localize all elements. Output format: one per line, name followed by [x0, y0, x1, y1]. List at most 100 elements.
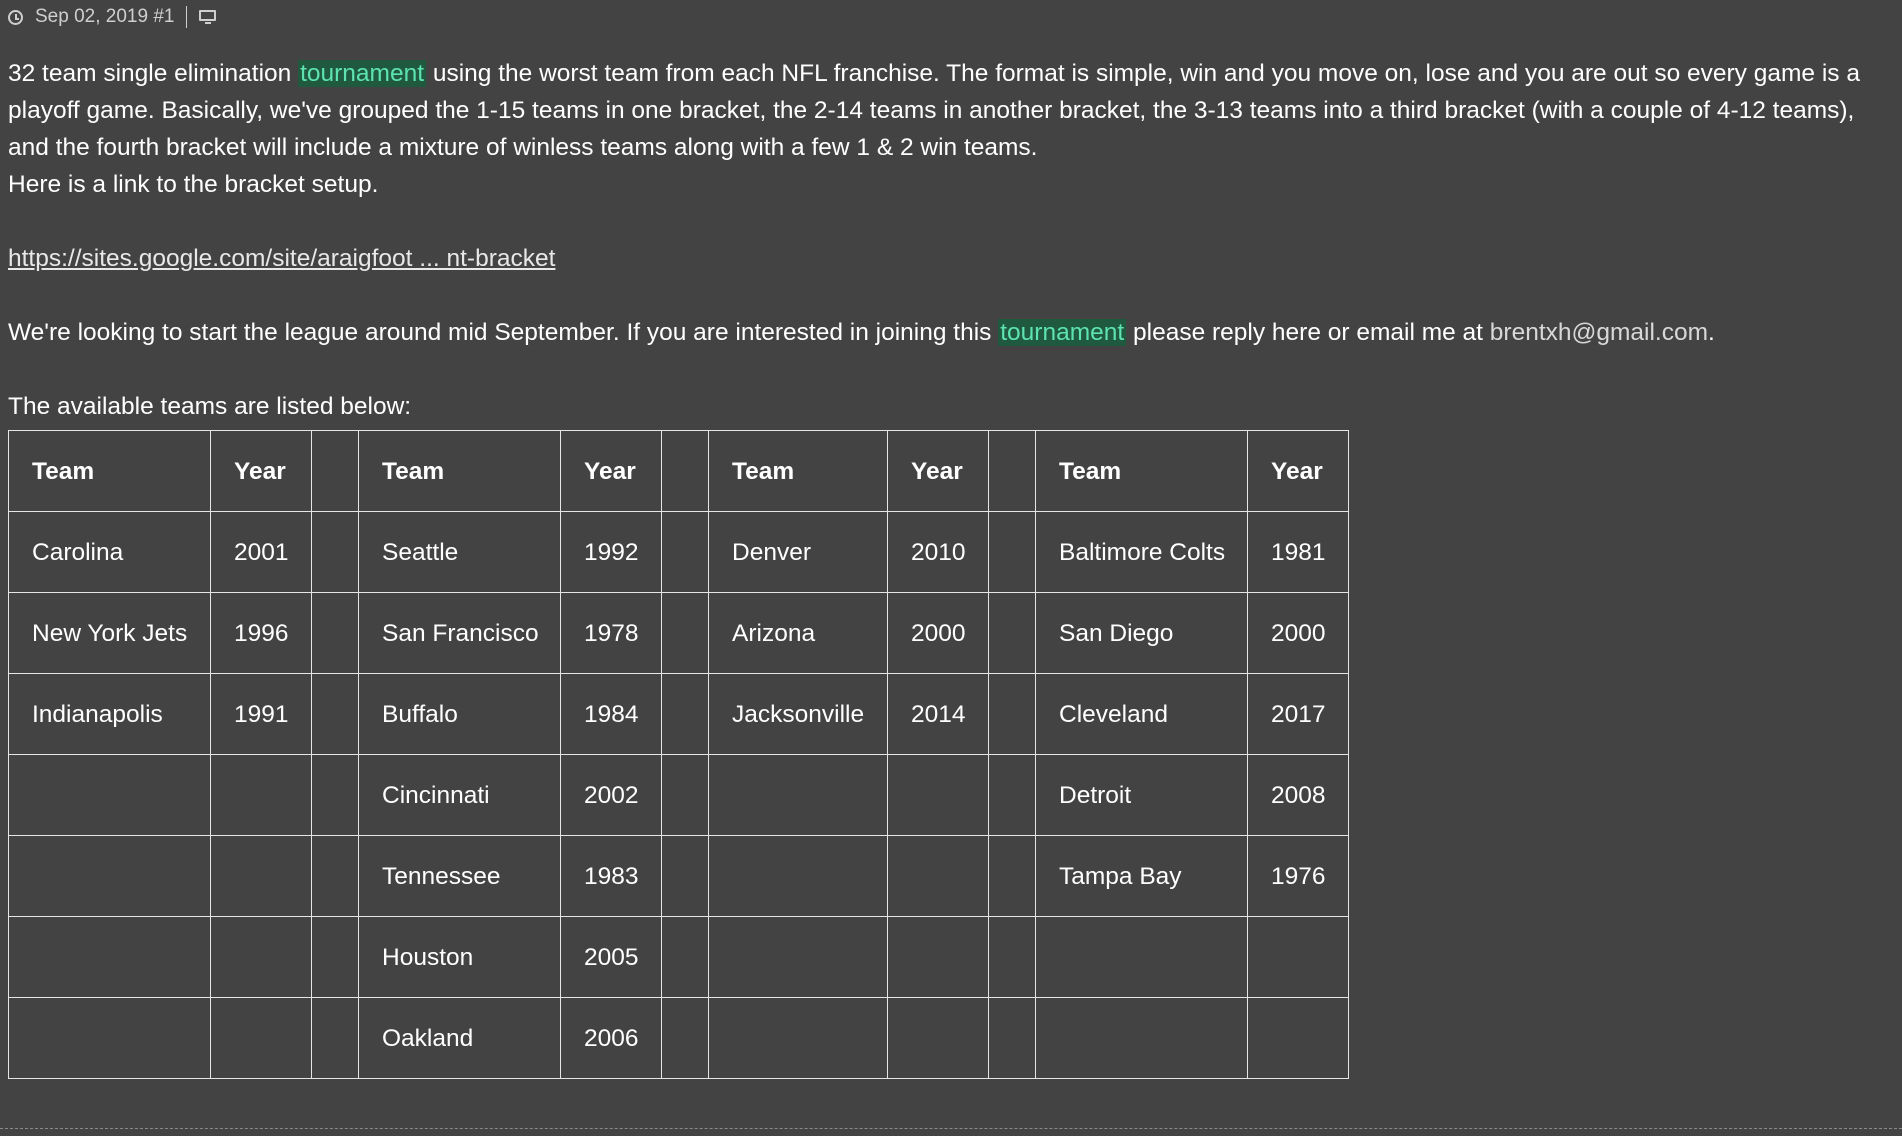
spacer-cell [661, 511, 709, 593]
team-cell: San Diego [1035, 592, 1248, 674]
join-text-end: . [1708, 319, 1715, 346]
year-cell: 2006 [560, 997, 662, 1079]
year-cell: 1992 [560, 511, 662, 593]
year-cell: 1981 [1247, 511, 1349, 593]
year-cell: 2017 [1247, 673, 1349, 755]
year-cell [887, 835, 989, 917]
team-cell: Tennessee [358, 835, 561, 917]
team-cell [708, 835, 888, 917]
year-cell: 1976 [1247, 835, 1349, 917]
year-cell: 2002 [560, 754, 662, 836]
team-cell [8, 754, 211, 836]
header-team: Team [358, 430, 561, 512]
spacer-cell [311, 511, 359, 593]
spacer-cell [661, 997, 709, 1079]
spacer-cell [988, 754, 1036, 836]
spacer-cell [988, 592, 1036, 674]
join-text-middle: please reply here or email me at [1126, 319, 1490, 346]
team-cell [708, 916, 888, 998]
spacer-cell [661, 430, 709, 512]
year-cell [210, 916, 312, 998]
available-teams-table: Team Year Team Year Team Year Team Year … [8, 430, 1349, 1079]
year-cell [210, 835, 312, 917]
spacer-cell [661, 916, 709, 998]
clock-icon [8, 9, 23, 25]
year-cell [210, 754, 312, 836]
join-text-start: We're looking to start the league around… [8, 319, 999, 346]
team-cell: Tampa Bay [1035, 835, 1248, 917]
table-row: Carolina 2001 Seattle 1992 Denver 2010 B… [8, 511, 1349, 593]
spacer-cell [311, 835, 359, 917]
join-paragraph: We're looking to start the league around… [8, 314, 1898, 351]
year-cell: 1983 [560, 835, 662, 917]
team-cell [8, 916, 211, 998]
post-body: 32 team single elimination tournament us… [8, 55, 1898, 1079]
team-cell [1035, 997, 1248, 1079]
spacer-cell [988, 916, 1036, 998]
year-cell [1247, 916, 1349, 998]
spacer-cell [661, 592, 709, 674]
team-cell [8, 997, 211, 1079]
spacer-cell [988, 673, 1036, 755]
year-cell: 2000 [1247, 592, 1349, 674]
team-cell: Oakland [358, 997, 561, 1079]
team-cell: Seattle [358, 511, 561, 593]
team-cell: Denver [708, 511, 888, 593]
header-year: Year [560, 430, 662, 512]
year-cell: 1991 [210, 673, 312, 755]
spacer-cell [661, 754, 709, 836]
post-number[interactable]: #1 [153, 6, 174, 28]
spacer-cell [311, 916, 359, 998]
team-cell: New York Jets [8, 592, 211, 674]
table-header-row: Team Year Team Year Team Year Team Year [8, 430, 1349, 512]
team-cell: Carolina [8, 511, 211, 593]
team-cell [708, 997, 888, 1079]
year-cell: 2010 [887, 511, 989, 593]
team-cell: Jacksonville [708, 673, 888, 755]
spacer-cell [988, 997, 1036, 1079]
spacer-cell [311, 592, 359, 674]
team-cell: San Francisco [358, 592, 561, 674]
table-row: Houston 2005 [8, 916, 1349, 998]
team-cell: Detroit [1035, 754, 1248, 836]
header-team: Team [8, 430, 211, 512]
year-cell [887, 997, 989, 1079]
spacer-cell [988, 511, 1036, 593]
intro-text-start: 32 team single elimination [8, 60, 299, 87]
header-team: Team [1035, 430, 1248, 512]
year-cell: 2001 [210, 511, 312, 593]
spacer-cell [311, 754, 359, 836]
header-year: Year [210, 430, 312, 512]
team-cell: Baltimore Colts [1035, 511, 1248, 593]
email-address: brentxh@gmail.com [1489, 319, 1709, 346]
team-cell [708, 754, 888, 836]
team-cell: Arizona [708, 592, 888, 674]
post-date: Sep 02, 2019 [35, 6, 149, 27]
team-cell: Buffalo [358, 673, 561, 755]
year-cell: 2000 [887, 592, 989, 674]
year-cell: 2014 [887, 673, 989, 755]
bracket-link[interactable]: https://sites.google.com/site/araigfoot … [8, 245, 555, 272]
spacer-cell [311, 997, 359, 1079]
year-cell [210, 997, 312, 1079]
spacer-cell [988, 430, 1036, 512]
year-cell: 2005 [560, 916, 662, 998]
spacer-cell [311, 430, 359, 512]
year-cell: 1984 [560, 673, 662, 755]
table-row: Indianapolis 1991 Buffalo 1984 Jacksonvi… [8, 673, 1349, 755]
table-row: New York Jets 1996 San Francisco 1978 Ar… [8, 592, 1349, 674]
year-cell: 1996 [210, 592, 312, 674]
intro-paragraph: 32 team single elimination tournament us… [8, 55, 1898, 166]
year-cell [887, 754, 989, 836]
header-year: Year [887, 430, 989, 512]
team-cell: Cincinnati [358, 754, 561, 836]
teams-caption: The available teams are listed below: [8, 393, 412, 420]
year-cell: 2008 [1247, 754, 1349, 836]
header-team: Team [708, 430, 888, 512]
post-divider [0, 1128, 1902, 1129]
table-row: Cincinnati 2002 Detroit 2008 [8, 754, 1349, 836]
team-cell [8, 835, 211, 917]
link-intro: Here is a link to the bracket setup. [8, 171, 379, 198]
highlighted-keyword: tournament [998, 319, 1127, 346]
spacer-cell [988, 835, 1036, 917]
